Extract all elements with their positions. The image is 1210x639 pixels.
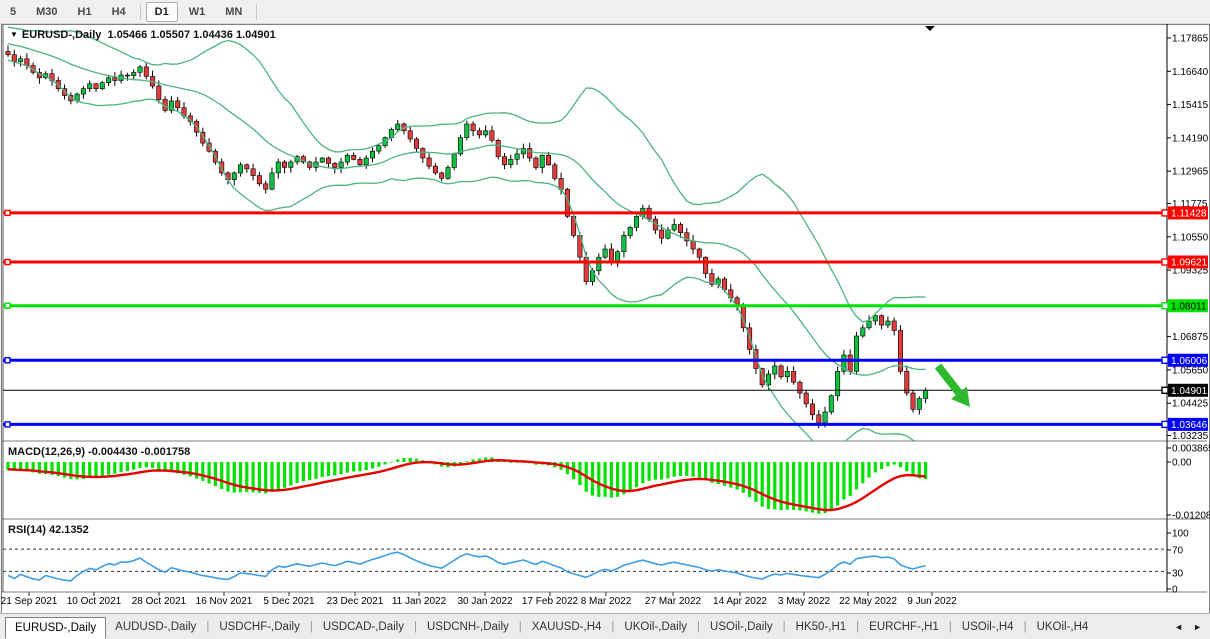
rsi-indicator-label: RSI(14) 42.1352	[8, 524, 89, 536]
chart-title: ▼ EURUSD-,Daily 1.05466 1.05507 1.04436 1…	[10, 29, 276, 41]
toolbar-divider	[256, 4, 257, 20]
chart-tab-xauusd-h4[interactable]: XAUUSD-,H4	[523, 617, 611, 637]
chart-marker-icon: ▼	[10, 30, 18, 39]
mt4-chart-app: 5M30H1H4D1W1MN 1.178651.166401.154151.14…	[0, 0, 1210, 639]
tab-scroll-right-icon[interactable]: ►	[1193, 622, 1202, 632]
chart-tab-bar: EURUSD-,DailyAUDUSD-,Daily|USDCHF-,Daily…	[0, 613, 1210, 639]
chart-ohlc-values: 1.05466 1.05507 1.04436 1.04901	[108, 29, 276, 41]
toolbar-divider	[140, 4, 141, 20]
tab-scroll-left-icon[interactable]: ◄	[1174, 622, 1183, 632]
chart-tab-audusd-daily[interactable]: AUDUSD-,Daily	[106, 617, 205, 637]
chart-tab-usoil-daily[interactable]: USOil-,Daily	[701, 617, 782, 637]
chart-tab-usdcad-daily[interactable]: USDCAD-,Daily	[314, 617, 413, 637]
chart-tab-usoil-h4[interactable]: USOil-,H4	[953, 617, 1023, 637]
chart-symbol-label: EURUSD-,Daily	[22, 29, 101, 41]
chart-tab-ukoil-daily[interactable]: UKOil-,Daily	[615, 617, 696, 637]
timeframe-button-d1[interactable]: D1	[146, 2, 178, 22]
chart-tab-hk50-h1[interactable]: HK50-,H1	[787, 617, 856, 637]
timeframe-button-h4[interactable]: H4	[103, 2, 135, 22]
chart-tab-usdcnh-daily[interactable]: USDCNH-,Daily	[418, 617, 518, 637]
timeframe-button-w1[interactable]: W1	[180, 2, 215, 22]
timeframe-toolbar: 5M30H1H4 D1W1MN	[0, 0, 1210, 24]
timeframe-button-mn[interactable]: MN	[216, 2, 251, 22]
chart-window[interactable]	[1, 24, 1210, 614]
chart-tab-usdchf-daily[interactable]: USDCHF-,Daily	[210, 617, 309, 637]
timeframe-button-m30[interactable]: M30	[27, 2, 66, 22]
timeframe-button-5[interactable]: 5	[1, 2, 25, 22]
chart-tab-ukoil-h4[interactable]: UKOil-,H4	[1028, 617, 1098, 637]
timeframe-button-h1[interactable]: H1	[69, 2, 101, 22]
macd-indicator-label: MACD(12,26,9) -0.004430 -0.001758	[8, 446, 190, 458]
chart-tab-eurusd-daily[interactable]: EURUSD-,Daily	[5, 617, 106, 639]
chart-tab-eurchf-h1[interactable]: EURCHF-,H1	[860, 617, 948, 637]
